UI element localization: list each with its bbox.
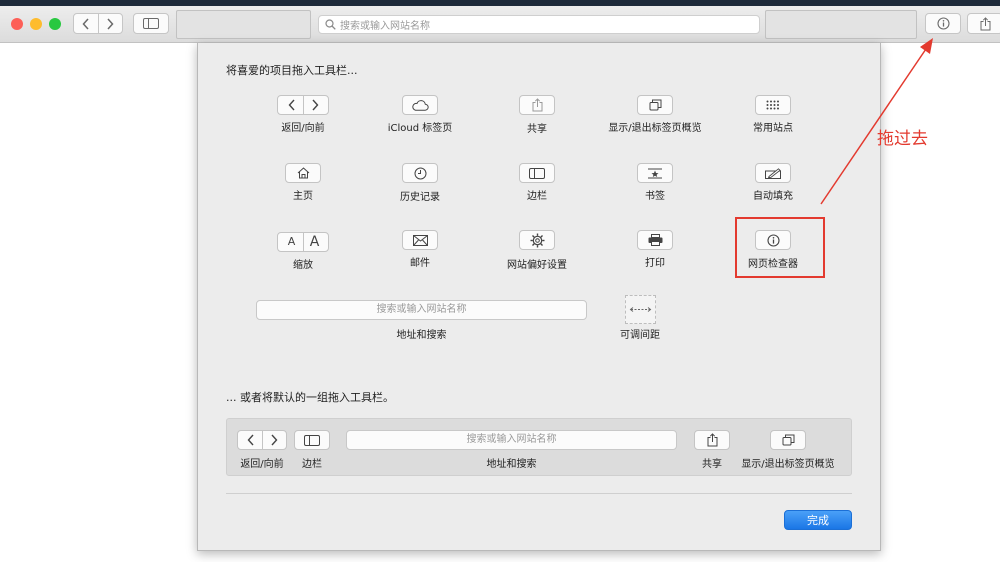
zoom-out-glyph: A xyxy=(287,235,296,248)
default-search-placeholder: 搜索或输入网站名称 xyxy=(466,434,557,445)
back-forward-icon xyxy=(277,95,329,115)
tab-overview-icon xyxy=(770,430,806,450)
item-label: 共享 xyxy=(527,124,547,135)
toolbar-empty-slot-left xyxy=(176,10,311,39)
default-back-forward-label: 返回/向前 xyxy=(240,459,284,470)
divider xyxy=(226,493,852,494)
default-tab-overview-label: 显示/退出标签页概览 xyxy=(741,459,835,470)
share-icon xyxy=(694,430,730,450)
grid-icon xyxy=(755,95,791,115)
flexible-space-icon xyxy=(629,307,652,312)
cloud-icon xyxy=(402,95,438,115)
default-toolbar-set[interactable]: 返回/向前 边栏 搜索或输入网站名称 地址和搜索 共享 显示/退出标签页概览 xyxy=(226,418,852,476)
home-icon xyxy=(285,163,321,183)
share-toolbar-button[interactable] xyxy=(967,13,1000,34)
back-forward-buttons xyxy=(73,13,123,34)
sidebar-icon xyxy=(294,430,330,450)
item-zoom[interactable]: A A 缩放 xyxy=(244,230,362,271)
search-icon xyxy=(325,19,336,30)
sidebar-icon xyxy=(519,163,555,183)
item-icloud-tabs[interactable]: iCloud 标签页 xyxy=(361,95,479,134)
item-sidebar[interactable]: 边栏 xyxy=(478,163,596,202)
info-icon xyxy=(936,17,950,30)
address-search-bar[interactable]: 搜索或输入网站名称 xyxy=(318,15,760,34)
item-home[interactable]: 主页 xyxy=(244,163,362,202)
clock-icon xyxy=(402,163,438,183)
item-tab-overview[interactable]: 显示/退出标签页概览 xyxy=(596,95,714,134)
flexible-space-label: 可调间距 xyxy=(620,330,660,341)
item-label: iCloud 标签页 xyxy=(387,123,453,134)
default-set-heading: ... 或者将默认的一组拖入工具栏。 xyxy=(226,391,394,404)
item-website-preferences[interactable]: 网站偏好设置 xyxy=(478,230,596,271)
forward-icon xyxy=(107,17,114,30)
item-share[interactable]: 共享 xyxy=(478,95,596,135)
item-label: 打印 xyxy=(645,258,665,269)
done-button[interactable]: 完成 xyxy=(784,510,852,530)
share-icon xyxy=(519,95,555,115)
annotation-text: 拖过去 xyxy=(877,129,928,149)
back-button[interactable] xyxy=(74,17,98,30)
zoom-window-button[interactable] xyxy=(49,18,61,30)
highlight-box xyxy=(735,217,825,278)
address-and-search-item[interactable]: 搜索或输入网站名称 xyxy=(256,300,587,320)
item-label: 缩放 xyxy=(293,259,313,271)
default-search-label: 地址和搜索 xyxy=(486,459,537,470)
default-sidebar-label: 边栏 xyxy=(302,459,322,470)
autofill-icon xyxy=(755,163,791,183)
default-share-label: 共享 xyxy=(702,459,722,470)
item-label: 主页 xyxy=(293,191,313,202)
tab-overview-icon xyxy=(637,95,673,115)
item-history[interactable]: 历史记录 xyxy=(361,163,479,203)
item-label: 边栏 xyxy=(527,191,547,202)
item-autofill[interactable]: 自动填充 xyxy=(714,163,832,202)
item-print[interactable]: 打印 xyxy=(596,230,714,269)
item-label: 书签 xyxy=(645,191,665,202)
item-label: 历史记录 xyxy=(400,191,440,203)
address-and-search-label: 地址和搜索 xyxy=(396,330,447,341)
search-placeholder: 搜索或输入网站名称 xyxy=(376,304,467,315)
toolbar-empty-slot-right xyxy=(765,10,917,39)
item-label: 自动填充 xyxy=(753,191,793,202)
browser-toolbar: 搜索或输入网站名称 xyxy=(0,6,1000,43)
gear-icon xyxy=(519,230,555,250)
item-bookmarks[interactable]: 书签 xyxy=(596,163,714,202)
bookmark-icon xyxy=(637,163,673,183)
zoom-in-glyph: A xyxy=(309,233,320,250)
web-inspector-toolbar-button[interactable] xyxy=(925,13,961,34)
item-back-forward[interactable]: 返回/向前 xyxy=(244,95,362,134)
item-top-sites[interactable]: 常用站点 xyxy=(714,95,832,134)
zoom-text-icon: A A xyxy=(277,231,329,252)
back-forward-icon xyxy=(237,430,287,450)
item-label: 返回/向前 xyxy=(281,123,325,134)
back-icon xyxy=(82,17,89,30)
mail-icon xyxy=(402,230,438,250)
close-window-button[interactable] xyxy=(11,18,23,30)
item-label: 常用站点 xyxy=(753,123,793,134)
customize-toolbar-sheet: 将喜爱的项目拖入工具栏... 返回/向前 iCloud 标签页 共享 显示/退出… xyxy=(197,43,881,551)
sidebar-button[interactable] xyxy=(133,13,169,34)
sidebar-icon xyxy=(143,18,159,29)
address-placeholder: 搜索或输入网站名称 xyxy=(340,21,430,32)
flexible-space-item[interactable] xyxy=(625,295,656,324)
item-mail[interactable]: 邮件 xyxy=(361,230,479,269)
item-label: 网站偏好设置 xyxy=(507,259,567,271)
forward-button[interactable] xyxy=(99,17,123,30)
item-label: 显示/退出标签页概览 xyxy=(608,123,702,134)
share-icon xyxy=(980,16,990,30)
minimize-window-button[interactable] xyxy=(30,18,42,30)
item-label: 邮件 xyxy=(410,258,430,269)
sheet-heading: 将喜爱的项目拖入工具栏... xyxy=(226,64,358,77)
printer-icon xyxy=(637,230,673,250)
default-search-field: 搜索或输入网站名称 xyxy=(346,430,677,450)
